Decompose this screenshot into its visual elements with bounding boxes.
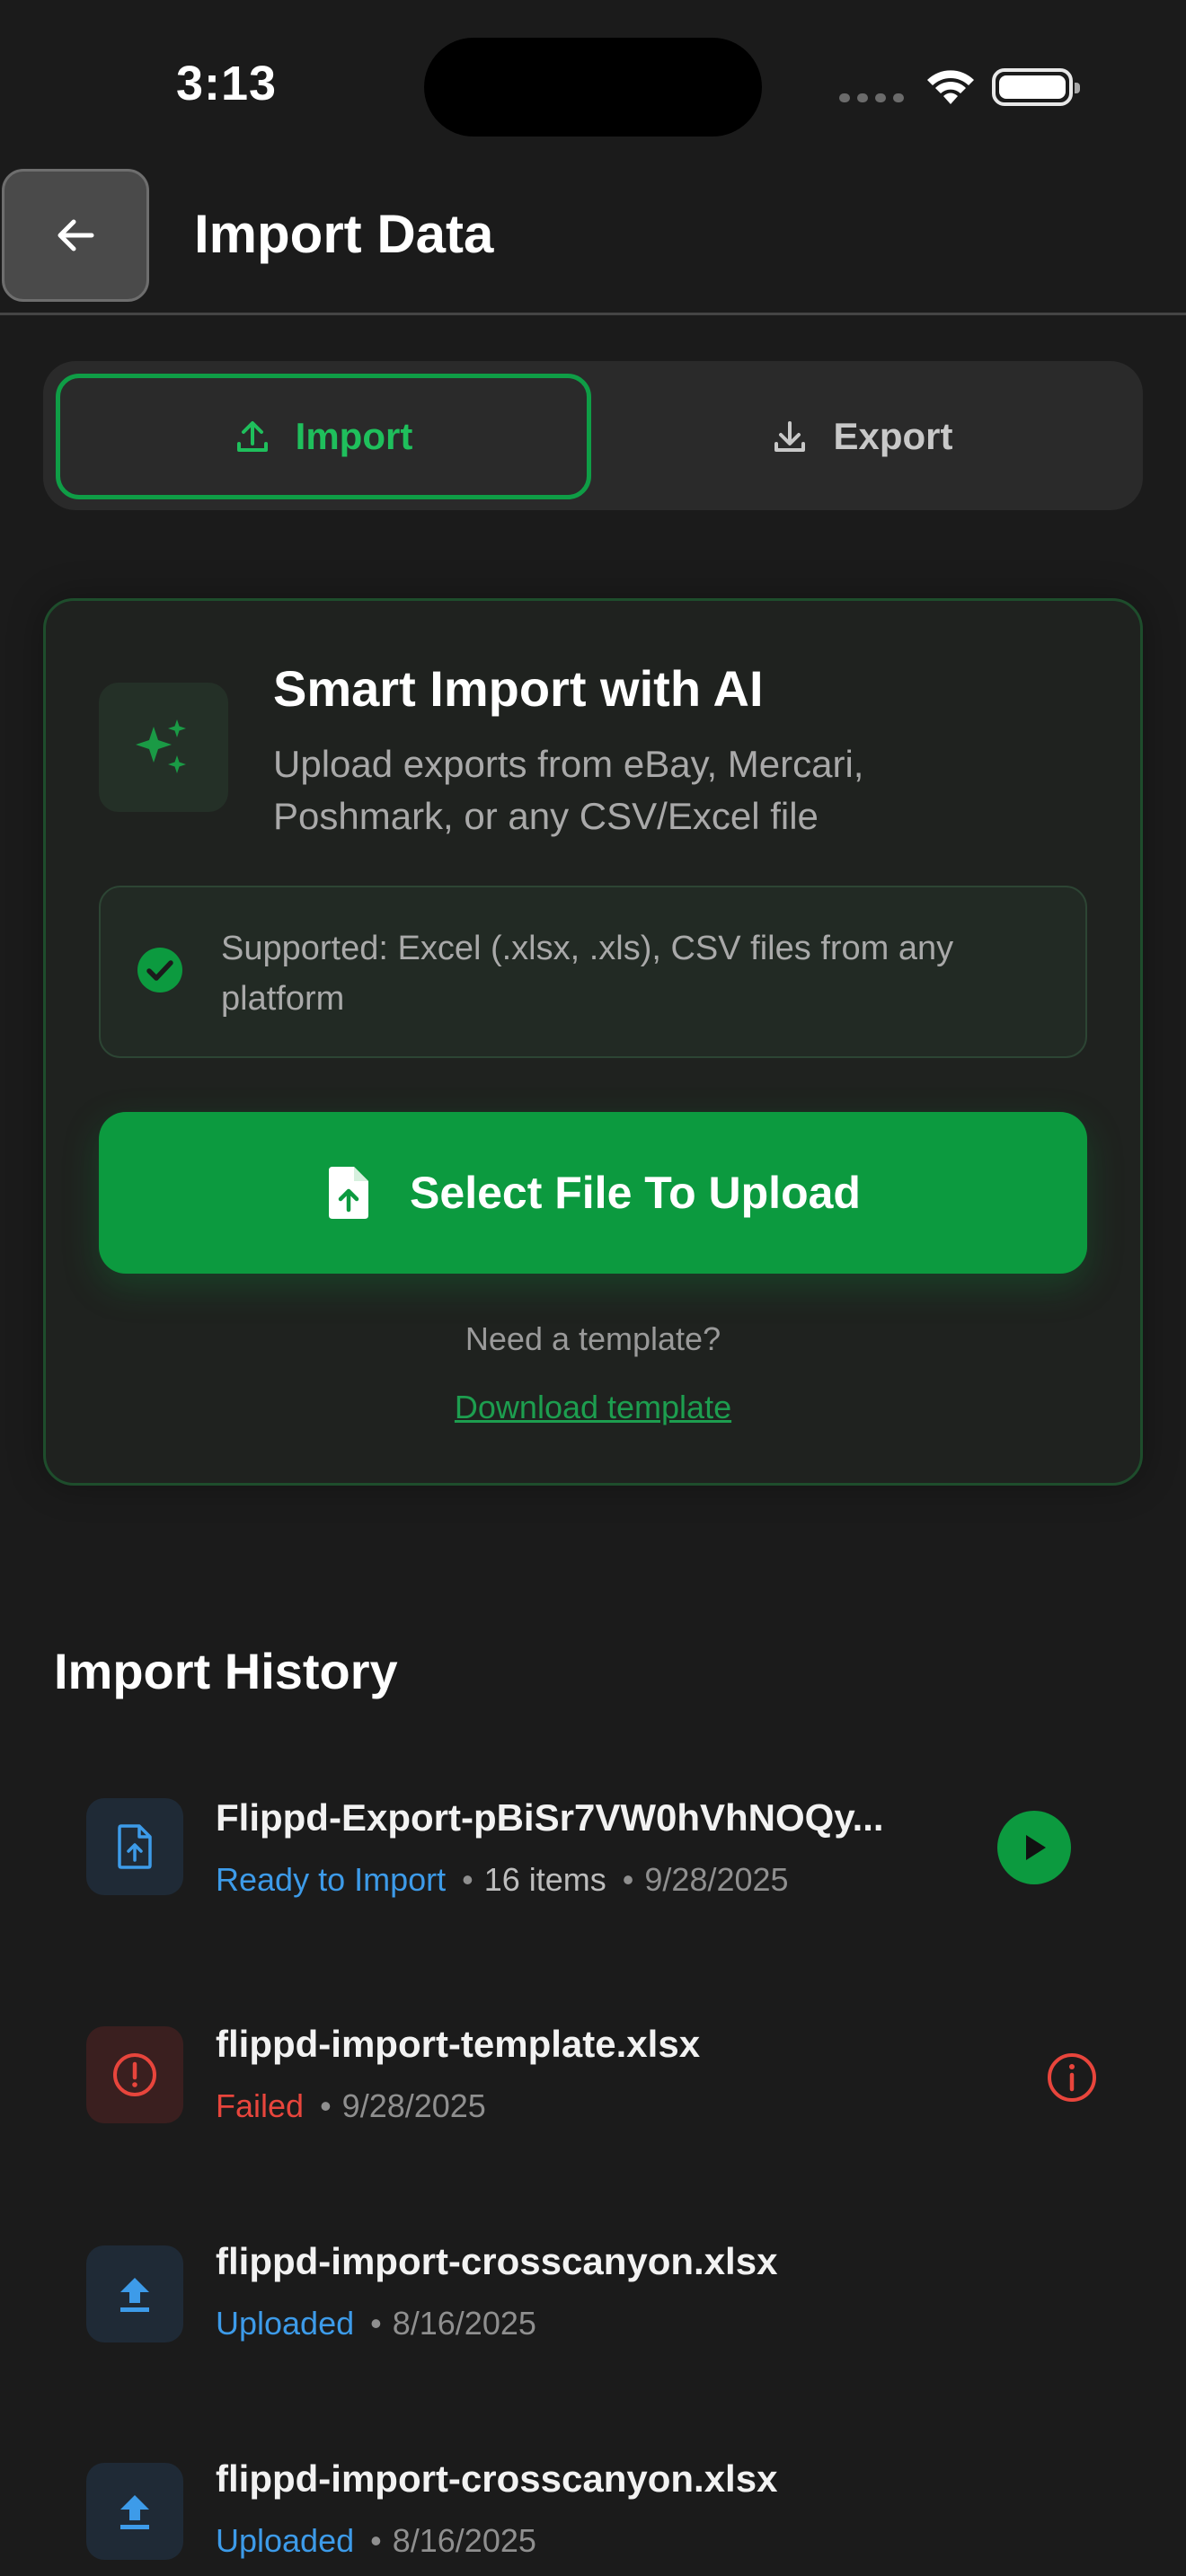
tab-import-label: Import (295, 415, 413, 457)
status-time: 3:13 (176, 57, 278, 110)
tab-export[interactable]: Export (595, 374, 1130, 499)
back-button[interactable] (2, 169, 149, 302)
check-circle-icon (137, 948, 182, 992)
history-item-date: 9/28/2025 (644, 1861, 789, 1898)
history-item-count: 16 items (483, 1861, 606, 1898)
start-import-button[interactable] (997, 1811, 1071, 1884)
dynamic-island (424, 38, 762, 137)
status-icons (839, 63, 1082, 108)
card-description: Upload exports from eBay, Mercari, Poshm… (273, 743, 864, 837)
ai-icon-container (99, 683, 228, 812)
upload-arrow-icon (120, 2495, 149, 2529)
header-divider (0, 313, 1186, 315)
history-item-status: Ready to Import (216, 1861, 447, 1898)
history-item-meta: Ready to Import • 16 items • 9/28/2025 (216, 1861, 789, 1898)
history-item-name: flippd-import-template.xlsx (216, 2023, 701, 2065)
history-item-meta: Uploaded • 8/16/2025 (216, 2305, 536, 2342)
upload-arrow-icon (120, 2278, 149, 2312)
battery-icon (992, 68, 1080, 106)
select-file-button[interactable]: Select File To Upload (99, 1112, 1087, 1274)
select-file-label: Select File To Upload (410, 1168, 861, 1218)
history-item-icon (86, 2463, 183, 2560)
arrow-left-icon (58, 219, 94, 251)
history-item-icon (86, 2245, 183, 2342)
history-item-status: Failed (216, 2087, 305, 2124)
history-item-meta: Uploaded • 8/16/2025 (216, 2522, 536, 2559)
sparkles-icon (136, 719, 186, 773)
history-item-name: flippd-import-crosscanyon.xlsx (216, 2240, 778, 2282)
alert-circle-icon (113, 2053, 156, 2096)
download-icon (774, 421, 806, 452)
history-item-date: 8/16/2025 (392, 2305, 536, 2342)
history-item-status: Uploaded (216, 2522, 355, 2559)
download-template-link[interactable]: Download template (99, 1389, 1087, 1426)
supported-formats-text: Supported: Excel (.xlsx, .xls), CSV file… (221, 930, 954, 1018)
file-upload-icon (329, 1167, 369, 1219)
history-item-meta: Failed • 9/28/2025 (216, 2087, 486, 2124)
history-item-icon (86, 2026, 183, 2123)
page-title: Import Data (194, 204, 494, 264)
upload-icon (236, 421, 268, 452)
history-item-name: Flippd-Export-pBiSr7VW0hVhNOQy... (216, 1796, 884, 1839)
info-icon[interactable] (1046, 2051, 1098, 2104)
card-title: Smart Import with AI (273, 660, 764, 717)
file-upload-icon (118, 1824, 152, 1869)
history-item-date: 8/16/2025 (392, 2522, 536, 2559)
play-icon (1026, 1835, 1046, 1860)
cellular-signal-icon (839, 93, 904, 102)
history-item-status: Uploaded (216, 2305, 355, 2342)
import-export-tabs: Import Export (43, 361, 1143, 510)
tab-export-label: Export (833, 415, 953, 457)
history-item-icon (86, 1798, 183, 1895)
tab-import[interactable]: Import (56, 374, 591, 499)
need-template-text: Need a template? (465, 1320, 721, 1357)
history-item-date: 9/28/2025 (341, 2087, 486, 2124)
import-history-title: Import History (54, 1643, 398, 1699)
wifi-icon (927, 70, 974, 104)
history-item-name: flippd-import-crosscanyon.xlsx (216, 2457, 778, 2500)
